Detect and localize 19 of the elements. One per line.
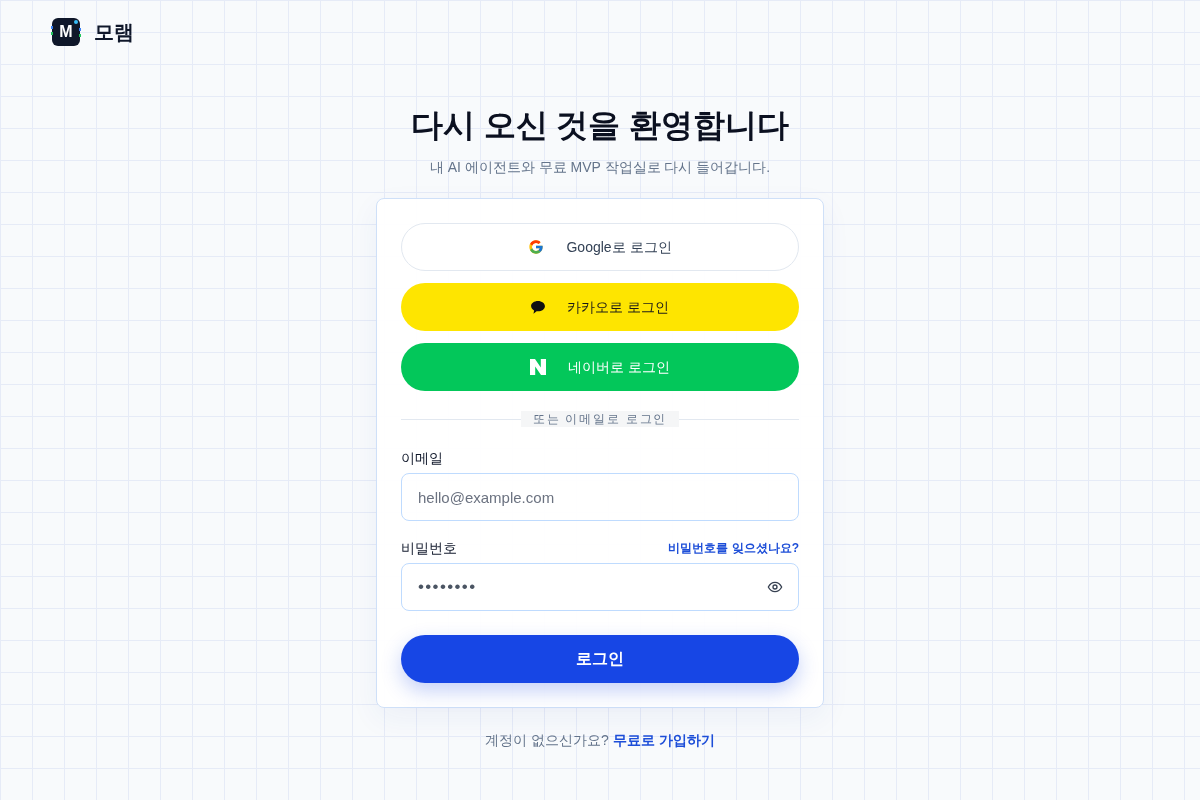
divider-label: 또는 이메일로 로그인 (520, 411, 680, 427)
email-label: 이메일 (401, 449, 443, 468)
signup-link[interactable]: 무료로 가입하기 (612, 730, 715, 750)
login-button[interactable]: 로그인 (401, 635, 799, 683)
eye-icon[interactable] (767, 579, 783, 595)
brand-name: 모램 (94, 20, 134, 45)
forgot-password-link[interactable]: 비밀번호를 잊으셨나요? (668, 538, 799, 558)
password-input[interactable]: •••••••• (401, 563, 799, 611)
speech-bubble-icon (531, 300, 546, 314)
password-label: 비밀번호 (401, 539, 457, 558)
email-input[interactable]: hello@example.com (401, 473, 799, 521)
kakao-login-button[interactable]: 카카오로 로그인 (401, 283, 799, 331)
google-logo-icon (528, 239, 545, 255)
google-login-button[interactable]: Google로 로그인 (401, 223, 799, 271)
n-letter-logo-icon (530, 359, 547, 375)
page-subtitle: 내 AI 에이전트와 무료 MVP 작업실로 다시 들어갑니다. (429, 158, 771, 177)
signup-prompt: 계정이 없으신가요? (485, 731, 609, 750)
brand-logo[interactable]: M (52, 18, 80, 46)
page-title: 다시 오신 것을 환영합니다 (410, 106, 790, 145)
